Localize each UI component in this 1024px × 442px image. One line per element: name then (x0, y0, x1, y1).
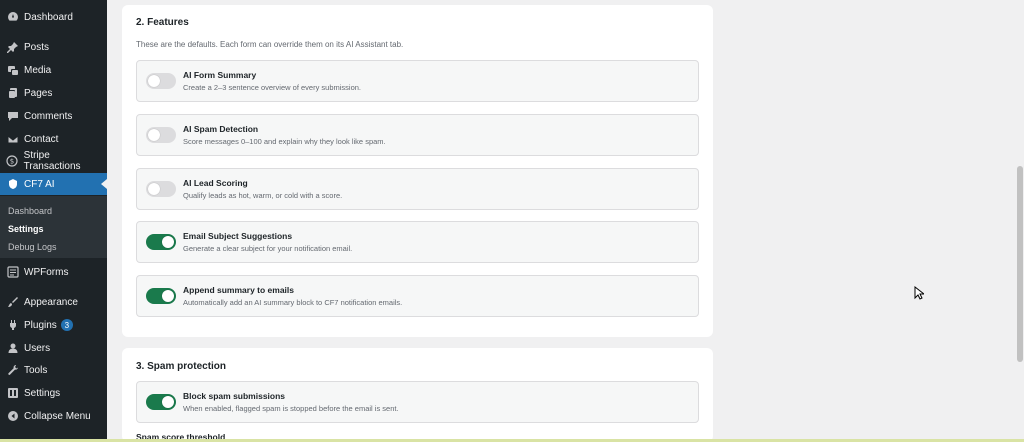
menu-collapse[interactable]: Collapse Menu (0, 405, 107, 427)
toggle-knob (148, 75, 160, 87)
feature-title: Email Subject Suggestions (183, 231, 293, 241)
settings-icon (6, 387, 19, 400)
svg-text:$: $ (10, 158, 14, 166)
submenu-dashboard[interactable]: Dashboard (8, 206, 52, 216)
feature-title: Block spam submissions (183, 391, 286, 401)
pages-icon (6, 87, 19, 100)
menu-cf7-ai[interactable]: CF7 AI (0, 173, 107, 195)
menu-dashboard[interactable]: Dashboard (0, 6, 107, 28)
spam-heading: 3. Spam protection (136, 361, 227, 372)
feature-description: Score messages 0–100 and explain why the… (183, 137, 386, 146)
menu-label: Appearance (24, 296, 78, 308)
menu-label: Users (24, 342, 51, 354)
admin-sidebar: Dashboard Posts Media Pages Comments Con… (0, 0, 107, 442)
toggle-switch[interactable] (146, 127, 176, 143)
menu-tools[interactable]: Tools (0, 359, 107, 381)
menu-posts[interactable]: Posts (0, 36, 107, 58)
plugins-update-badge: 3 (60, 319, 73, 331)
toggle-knob (162, 290, 174, 302)
menu-label: WPForms (24, 266, 69, 278)
menu-label: Stripe Transactions (23, 150, 81, 172)
toggle-switch[interactable] (146, 73, 176, 89)
menu-label: Comments (24, 110, 73, 122)
menu-label: Collapse Menu (24, 410, 91, 422)
menu-label: Pages (24, 87, 53, 99)
toggle-knob (162, 236, 174, 248)
menu-contact[interactable]: Contact (0, 128, 107, 150)
menu-comments[interactable]: Comments (0, 105, 107, 127)
toggle-switch[interactable] (146, 181, 176, 197)
submenu-settings[interactable]: Settings (8, 224, 44, 234)
feature-ai-spam-detection: AI Spam Detection Score messages 0–100 a… (136, 114, 699, 156)
feature-append-summary: Append summary to emails Automatically a… (136, 275, 699, 317)
menu-label: CF7 AI (24, 178, 55, 190)
media-icon (6, 64, 19, 77)
feature-block-spam: Block spam submissions When enabled, fla… (136, 381, 699, 423)
features-card: 2. Features These are the defaults. Each… (122, 5, 713, 337)
comment-icon (6, 110, 19, 123)
feature-ai-form-summary: AI Form Summary Create a 2–3 sentence ov… (136, 60, 699, 102)
menu-label: Settings (24, 387, 61, 399)
submenu-debug-logs[interactable]: Debug Logs (8, 242, 57, 252)
menu-pages[interactable]: Pages (0, 82, 107, 104)
user-icon (6, 342, 19, 355)
toggle-knob (162, 396, 174, 408)
menu-settings[interactable]: Settings (0, 382, 107, 404)
feature-ai-lead-scoring: AI Lead Scoring Qualify leads as hot, wa… (136, 168, 699, 210)
feature-description: Generate a clear subject for your notifi… (183, 244, 353, 253)
feature-title: Append summary to emails (183, 285, 295, 295)
page-scrollbar[interactable] (1016, 0, 1024, 442)
menu-media[interactable]: Media (0, 59, 107, 81)
dollar-icon: $ (6, 155, 19, 168)
feature-description: When enabled, flagged spam is stopped be… (183, 404, 399, 413)
plugin-icon (6, 319, 19, 332)
mail-icon (6, 133, 19, 146)
collapse-icon (6, 410, 19, 423)
toggle-switch[interactable] (146, 394, 176, 410)
features-description: These are the defaults. Each form can ov… (136, 40, 404, 49)
menu-label: Contact (24, 133, 59, 145)
feature-title: AI Lead Scoring (183, 178, 248, 188)
feature-description: Automatically add an AI summary block to… (183, 298, 403, 307)
features-heading: 2. Features (136, 17, 189, 28)
dashboard-icon (6, 11, 19, 24)
menu-appearance[interactable]: Appearance (0, 291, 107, 313)
pin-icon (6, 41, 19, 54)
menu-stripe-transactions[interactable]: $ Stripe Transactions (0, 150, 107, 172)
feature-email-subject-suggestions: Email Subject Suggestions Generate a cle… (136, 221, 699, 263)
cf7-ai-submenu: Dashboard Settings Debug Logs (0, 196, 107, 258)
form-icon (6, 266, 19, 279)
feature-title: AI Form Summary (183, 70, 257, 80)
toggle-knob (148, 183, 160, 195)
toggle-knob (148, 129, 160, 141)
menu-plugins[interactable]: Plugins 3 (0, 314, 107, 336)
menu-wpforms[interactable]: WPForms (0, 261, 107, 283)
feature-description: Qualify leads as hot, warm, or cold with… (183, 191, 343, 200)
feature-description: Create a 2–3 sentence overview of every … (183, 83, 362, 92)
wrench-icon (6, 364, 19, 377)
feature-title: AI Spam Detection (183, 124, 259, 134)
menu-label: Media (24, 64, 52, 76)
toggle-switch[interactable] (146, 288, 176, 304)
spam-protection-card: 3. Spam protection Block spam submission… (122, 348, 713, 442)
shield-icon (6, 178, 19, 191)
menu-users[interactable]: Users (0, 337, 107, 359)
brush-icon (6, 296, 19, 309)
scrollbar-thumb[interactable] (1017, 166, 1023, 362)
menu-label: Dashboard (24, 11, 73, 23)
menu-label: Posts (24, 41, 50, 53)
toggle-switch[interactable] (146, 234, 176, 250)
mouse-cursor-icon (914, 285, 926, 305)
menu-label: Tools (24, 364, 48, 376)
menu-label: Plugins (24, 319, 57, 331)
